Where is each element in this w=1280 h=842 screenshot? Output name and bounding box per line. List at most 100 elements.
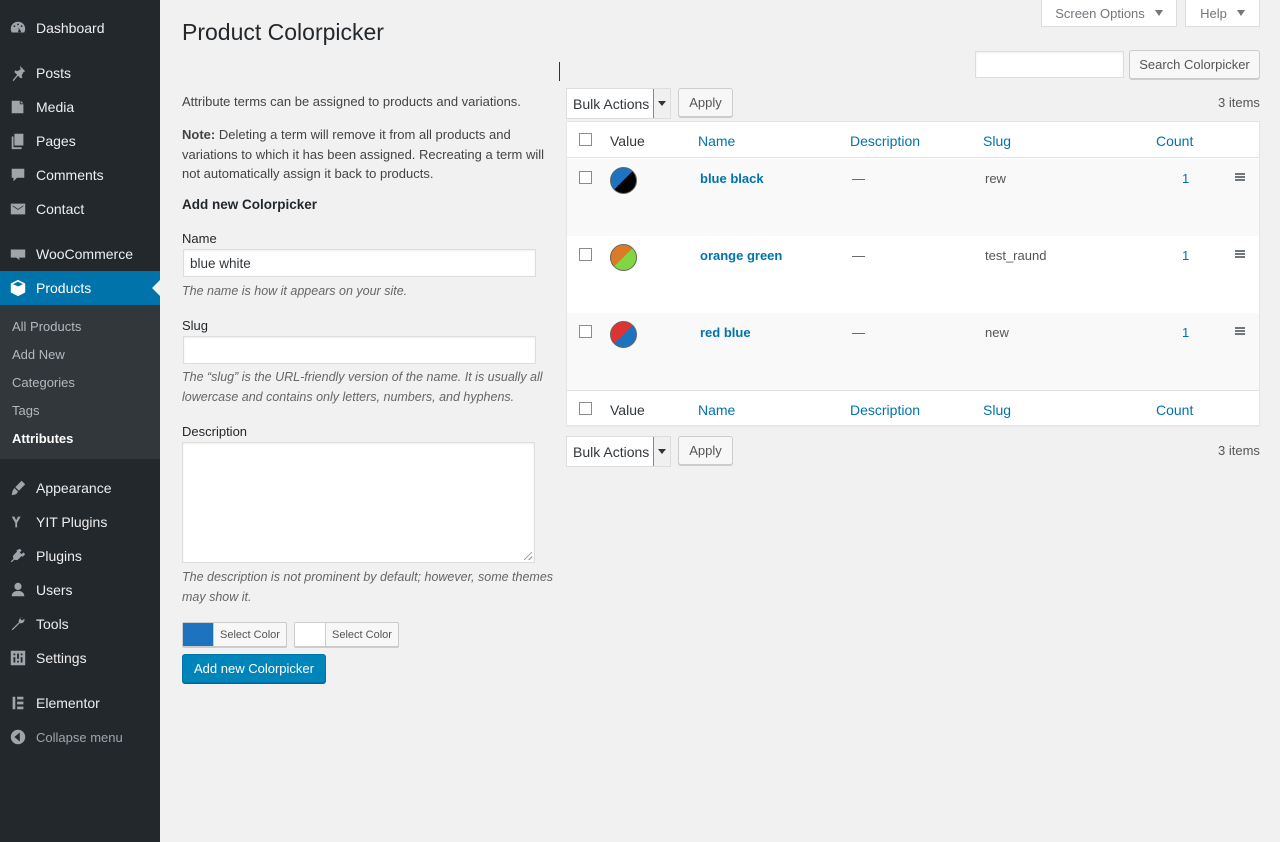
sidebar-item-media[interactable]: Media (0, 90, 160, 124)
term-description: — (852, 325, 865, 340)
sidebar-item-posts[interactable]: Posts (0, 56, 160, 90)
color-swatch (295, 623, 326, 646)
intro-text: Attribute terms can be assigned to produ… (182, 94, 521, 109)
sidebar-item-label: Posts (36, 65, 72, 81)
term-description: — (852, 171, 865, 186)
color-picker-button-2[interactable]: Select Color (294, 622, 399, 647)
select-all-checkbox[interactable] (579, 402, 592, 415)
term-count-link[interactable]: 1 (1182, 171, 1189, 186)
term-name-link[interactable]: orange green (700, 248, 782, 263)
sidebar-item-products[interactable]: Products (0, 271, 160, 305)
column-name[interactable]: Name (698, 402, 735, 418)
collapse-menu-button[interactable]: Collapse menu (0, 720, 160, 754)
user-icon (0, 573, 36, 607)
submenu-item-attributes[interactable]: Attributes (12, 431, 73, 446)
sidebar-item-settings[interactable]: Settings (0, 641, 160, 675)
term-count-link[interactable]: 1 (1182, 248, 1189, 263)
products-submenu: All Products Add New Categories Tags Att… (0, 305, 160, 459)
bulk-actions-select-top[interactable]: Bulk Actions (566, 88, 671, 119)
column-value: Value (610, 133, 645, 149)
plug-icon (0, 539, 36, 573)
table-row: red blue — new 1 (567, 313, 1259, 390)
help-label: Help (1200, 5, 1227, 21)
sidebar-item-comments[interactable]: Comments (0, 158, 160, 192)
sidebar-item-tools[interactable]: Tools (0, 607, 160, 641)
sidebar-item-contact[interactable]: Contact (0, 192, 160, 226)
apply-button-top[interactable]: Apply (678, 88, 733, 117)
sidebar-item-elementor[interactable]: Elementor (0, 686, 160, 720)
column-count[interactable]: Count (1156, 133, 1193, 149)
dropdown-arrow-icon (653, 437, 670, 466)
sidebar-item-label: Tools (36, 616, 69, 632)
drag-handle-icon[interactable] (1235, 250, 1245, 258)
apply-button-bottom[interactable]: Apply (678, 436, 733, 465)
sidebar-item-label: Products (36, 280, 92, 296)
sidebar-item-label: Pages (36, 133, 76, 149)
column-name[interactable]: Name (698, 133, 735, 149)
settings-icon (0, 641, 36, 675)
row-checkbox[interactable] (579, 171, 592, 184)
bulk-actions-select-bottom[interactable]: Bulk Actions (566, 436, 671, 467)
submenu-item-categories[interactable]: Categories (12, 375, 75, 390)
yit-icon (0, 505, 36, 539)
brush-icon (0, 471, 36, 505)
caret-down-icon (1154, 10, 1163, 16)
color-picker-button-1[interactable]: Select Color (182, 622, 287, 647)
term-name-link[interactable]: blue black (700, 171, 764, 186)
sidebar-item-label: Comments (36, 167, 104, 183)
submenu-item-add-new[interactable]: Add New (12, 347, 65, 362)
comment-icon (0, 158, 36, 192)
search-colorpicker-button[interactable]: Search Colorpicker (1129, 50, 1260, 79)
sidebar-item-label: Settings (36, 650, 87, 666)
term-count-link[interactable]: 1 (1182, 325, 1189, 340)
note-text: Note: Deleting a term will remove it fro… (182, 125, 554, 184)
select-color-label: Select Color (220, 628, 280, 641)
sidebar-item-yit-plugins[interactable]: YIT Plugins (0, 505, 160, 539)
row-checkbox[interactable] (579, 248, 592, 261)
table-row: orange green — test_raund 1 (567, 236, 1259, 313)
slug-input[interactable] (183, 336, 536, 364)
items-count-top: 3 items (1218, 95, 1260, 110)
sidebar-item-label: Users (36, 582, 73, 598)
sidebar-item-label: Media (36, 99, 75, 115)
screen-options-button[interactable]: Screen Options (1041, 0, 1177, 27)
help-button[interactable]: Help (1185, 0, 1260, 27)
select-all-checkbox[interactable] (579, 133, 592, 146)
description-textarea[interactable] (182, 442, 535, 563)
sidebar-item-label: Contact (36, 201, 85, 217)
sidebar-item-dashboard[interactable]: Dashboard (0, 11, 160, 45)
row-checkbox[interactable] (579, 325, 592, 338)
dashboard-icon (0, 11, 36, 45)
media-icon (0, 90, 36, 124)
add-new-colorpicker-button[interactable]: Add new Colorpicker (182, 654, 326, 683)
column-count[interactable]: Count (1156, 402, 1193, 418)
table-header: Value Name Description Slug Count (567, 122, 1259, 158)
pin-icon (0, 56, 36, 90)
submenu-item-tags[interactable]: Tags (12, 403, 39, 418)
term-description: — (852, 248, 865, 263)
column-slug[interactable]: Slug (983, 133, 1011, 149)
name-input[interactable]: blue white (183, 249, 536, 277)
pages-icon (0, 124, 36, 158)
column-slug[interactable]: Slug (983, 402, 1011, 418)
sidebar-item-appearance[interactable]: Appearance (0, 471, 160, 505)
collapse-arrow-icon (0, 720, 36, 754)
sidebar-item-plugins[interactable]: Plugins (0, 539, 160, 573)
search-input[interactable] (975, 51, 1124, 78)
column-description[interactable]: Description (850, 402, 920, 418)
drag-handle-icon[interactable] (1235, 173, 1245, 181)
sidebar-item-users[interactable]: Users (0, 573, 160, 607)
drag-handle-icon[interactable] (1235, 327, 1245, 335)
submenu-item-all-products[interactable]: All Products (12, 319, 81, 334)
sidebar-item-pages[interactable]: Pages (0, 124, 160, 158)
term-name-link[interactable]: red blue (700, 325, 751, 340)
bulk-actions-value: Bulk Actions (573, 443, 650, 460)
sidebar-item-woocommerce[interactable]: WooCommerce (0, 237, 160, 271)
color-value-swatch (610, 321, 637, 348)
note-body: Deleting a term will remove it from all … (182, 127, 545, 181)
name-input-value: blue white (190, 255, 251, 271)
description-label: Description (182, 424, 248, 439)
column-description[interactable]: Description (850, 133, 920, 149)
term-slug: new (985, 325, 1009, 340)
resize-grip-icon[interactable] (524, 552, 532, 560)
